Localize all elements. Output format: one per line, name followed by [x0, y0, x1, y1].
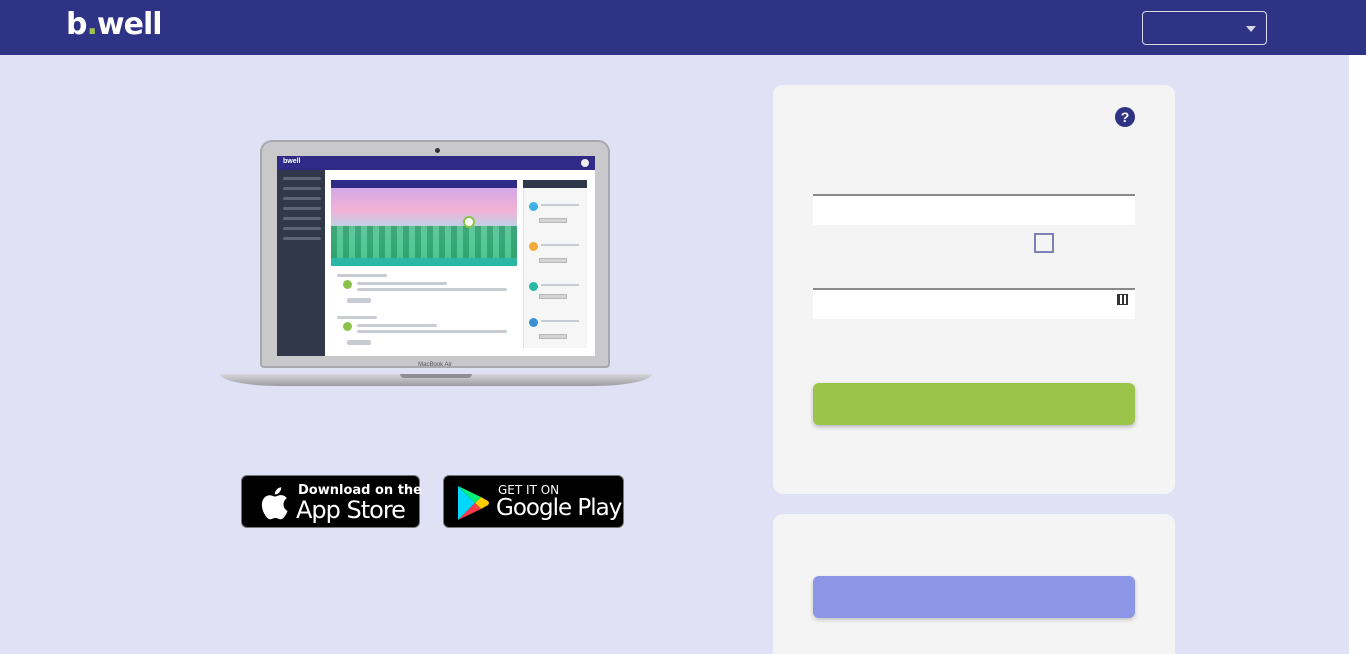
- bwell-logo[interactable]: b.well: [66, 7, 163, 42]
- signup-panel: [773, 514, 1175, 654]
- page-scrollbar[interactable]: [1349, 55, 1366, 654]
- laptop-notch: [400, 374, 472, 378]
- username-field[interactable]: [813, 194, 1135, 225]
- laptop-illustration: bwell MacBook Air: [220, 140, 652, 392]
- logo-well: well: [96, 7, 163, 42]
- login-panel: ?: [773, 85, 1175, 494]
- app-preview-sidebar: [277, 170, 325, 356]
- app-preview-hero-bar: [331, 180, 517, 188]
- app-store-big-text: App Store: [296, 496, 406, 524]
- laptop-lid: bwell MacBook Air: [260, 140, 610, 368]
- app-preview-card-icon: [343, 280, 352, 289]
- laptop-camera: [435, 148, 440, 153]
- google-play-icon: [458, 486, 489, 520]
- remember-me-checkbox[interactable]: [1034, 233, 1054, 253]
- top-header: b.well: [0, 0, 1366, 55]
- app-preview-hero-badge: [463, 216, 475, 228]
- app-preview-avatar: [581, 159, 589, 167]
- help-icon[interactable]: ?: [1115, 107, 1135, 127]
- logo-b: b: [66, 7, 88, 42]
- password-manager-icon[interactable]: [1117, 294, 1128, 305]
- login-button[interactable]: [813, 383, 1135, 425]
- google-play-big-text: Google Play: [496, 495, 622, 521]
- app-preview-progress-strip: [331, 258, 517, 266]
- chevron-down-icon: [1246, 26, 1256, 32]
- google-play-badge[interactable]: GET IT ON Google Play: [443, 475, 624, 528]
- create-account-button[interactable]: [813, 576, 1135, 618]
- language-select[interactable]: [1142, 11, 1267, 45]
- app-preview-right-header: [523, 180, 587, 188]
- app-preview-trees: [331, 226, 517, 258]
- app-store-badge[interactable]: Download on the App Store: [241, 475, 422, 528]
- app-preview-screen: bwell: [277, 156, 595, 356]
- apple-icon: [261, 487, 288, 520]
- app-preview-logo: bwell: [283, 158, 301, 165]
- logo-dot: .: [86, 7, 97, 42]
- app-preview-header: bwell: [277, 156, 595, 170]
- app-preview-card-icon-2: [343, 322, 352, 331]
- laptop-model-label: MacBook Air: [418, 362, 452, 368]
- password-field[interactable]: [813, 288, 1135, 319]
